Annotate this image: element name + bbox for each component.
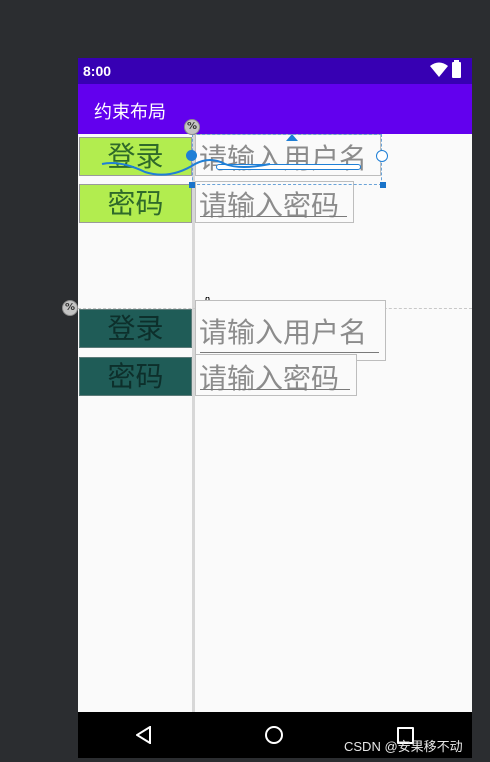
vertical-guideline-percent-badge[interactable]: % [184, 119, 200, 135]
password-button-bottom[interactable]: 密码 [79, 357, 192, 396]
login-button-bottom[interactable]: 登录 [79, 309, 192, 348]
password-underline-bottom [200, 389, 350, 390]
status-time: 8:00 [83, 63, 112, 79]
back-icon[interactable] [136, 726, 152, 744]
app-bar: 约束布局 [78, 84, 472, 134]
resize-handle-bottom-right[interactable] [380, 182, 386, 188]
wifi-icon [430, 62, 448, 77]
username-underline-bottom [200, 352, 379, 353]
resize-handle-bottom-left[interactable] [189, 182, 195, 188]
password-placeholder-bottom: 请输入密码 [199, 362, 340, 395]
constraint-connector [101, 159, 271, 176]
username-field-bottom[interactable]: 请输入用户名 [195, 300, 386, 361]
top-anchor-arrow[interactable] [286, 134, 298, 142]
home-icon[interactable] [265, 726, 283, 744]
phone-preview: 8:00 约束布局 登录 请输入用户名 密码 请输入密码 登录 请输入用户名 密… [78, 58, 472, 758]
right-constraint-anchor[interactable] [376, 150, 388, 162]
password-button-top[interactable]: 密码 [79, 184, 192, 223]
battery-icon [452, 60, 461, 78]
watermark: CSDN @安果移不动 [344, 739, 463, 754]
layout-canvas[interactable]: 登录 请输入用户名 密码 请输入密码 登录 请输入用户名 密码 请输入密码 [78, 134, 472, 712]
password-placeholder-top: 请输入密码 [199, 189, 340, 222]
horizontal-guideline-percent-badge[interactable]: % [62, 300, 78, 316]
username-placeholder-bottom: 请输入用户名 [199, 316, 368, 349]
status-bar: 8:00 [78, 58, 472, 84]
password-field-top[interactable]: 请输入密码 [195, 181, 354, 223]
password-underline-top [200, 216, 347, 217]
password-field-bottom[interactable]: 请输入密码 [195, 354, 357, 396]
app-title: 约束布局 [94, 102, 166, 123]
